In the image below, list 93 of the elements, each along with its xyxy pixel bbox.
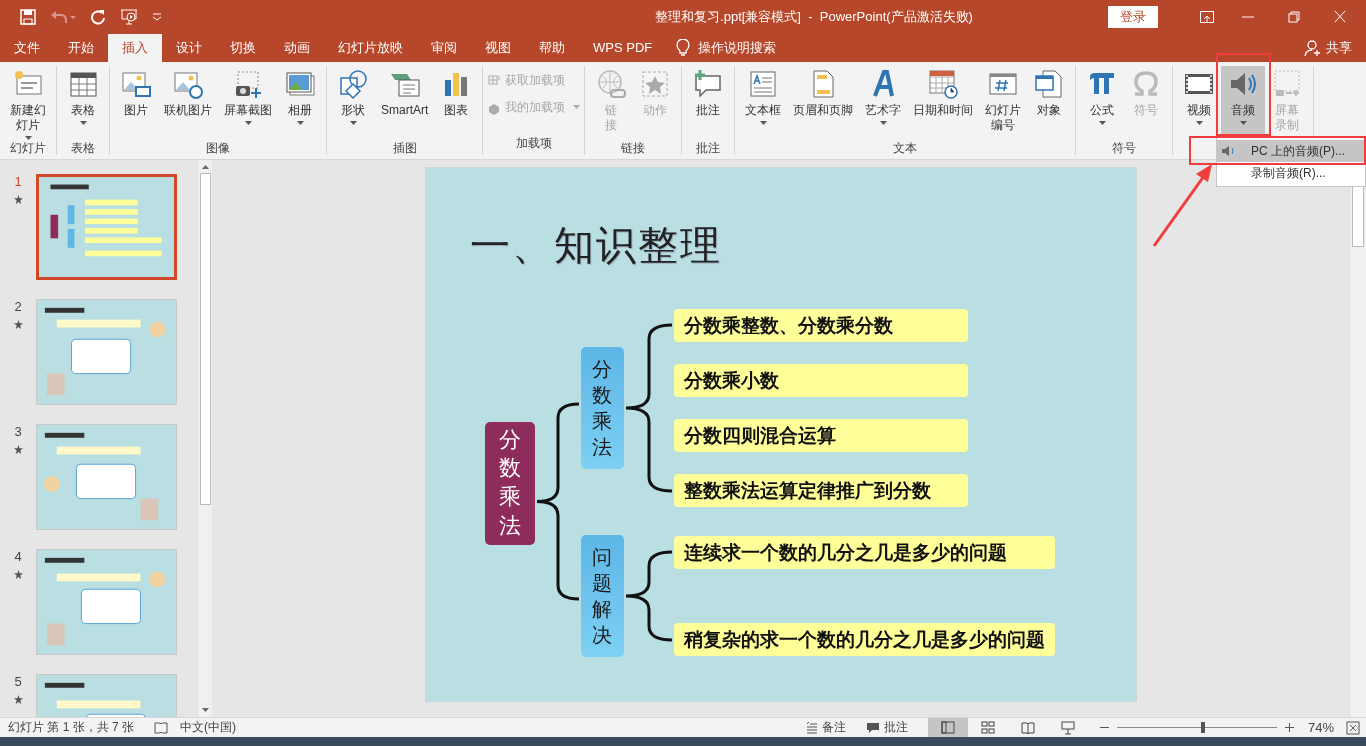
menu-item[interactable]: PC 上的音频(P)... [1217, 140, 1365, 162]
ribbon-button[interactable]: 相册 [278, 66, 322, 140]
fit-to-window-icon[interactable] [1346, 720, 1360, 735]
ribbon-button[interactable]: SmartArt [375, 66, 435, 140]
group-label: 文本 [892, 140, 919, 157]
ribbon-tab[interactable]: 视图 [471, 34, 525, 62]
group-label: 批注 [695, 140, 722, 157]
ribbon-tab[interactable]: 动画 [270, 34, 324, 62]
save-icon[interactable] [20, 9, 36, 25]
notes-icon [805, 721, 818, 734]
slideshow-icon[interactable] [120, 8, 138, 26]
topic-item: 分数乘小数 [673, 364, 968, 397]
redo-icon[interactable] [90, 9, 106, 25]
ribbon-icon [337, 68, 369, 100]
ribbon-button[interactable]: 对象 [1027, 66, 1072, 140]
group-label: 表格 [70, 140, 96, 157]
topic-box: 分数乘法 [484, 421, 535, 545]
zoom-thumb[interactable] [1201, 722, 1206, 733]
group-label: 幻灯片 [9, 140, 47, 157]
ribbon-tab[interactable]: 切换 [216, 34, 270, 62]
speaker-icon [1221, 144, 1237, 158]
ribbon-tab[interactable]: 帮助 [525, 34, 579, 62]
scrollbar[interactable] [197, 160, 212, 717]
ribbon-tab[interactable]: WPS PDF [579, 34, 667, 62]
group-label: 图像 [205, 140, 231, 157]
scroll-down-icon[interactable] [201, 708, 209, 713]
ribbon-button[interactable]: 形状 [331, 66, 375, 140]
branch-box: 分数乘法 [580, 347, 624, 469]
slide-thumbnail[interactable] [36, 549, 177, 655]
ribbon-button[interactable]: 文本框 [739, 66, 788, 140]
notes-button[interactable]: 备注 [805, 719, 846, 736]
view-button[interactable] [927, 718, 968, 737]
login-button[interactable]: 登录 [1108, 6, 1158, 28]
ribbon-button[interactable]: 图片 [114, 66, 158, 140]
ribbon-button[interactable]: 批注 [686, 66, 731, 140]
slide-number: 2 [14, 299, 22, 314]
ribbon-button[interactable]: 图表 [434, 66, 479, 140]
ribbon-tab[interactable]: 文件 [0, 34, 54, 62]
group-label: 插图 [391, 140, 418, 157]
ribbon-tab[interactable]: 设计 [162, 34, 216, 62]
lightbulb-icon [676, 39, 691, 57]
tell-me-search[interactable]: 操作说明搜索 [698, 39, 777, 57]
view-icon [979, 719, 996, 736]
ribbon-tab[interactable]: 开始 [54, 34, 108, 62]
ribbon-icon [927, 68, 960, 100]
window-title: 整理和复习.ppt[兼容模式] - PowerPoint(产品激活失败) [654, 8, 974, 26]
ribbon-button[interactable]: 新建幻灯片 [4, 66, 52, 140]
slide-thumbnail[interactable] [36, 424, 177, 530]
ribbon-display-icon[interactable] [1200, 11, 1214, 23]
group-label: 符号 [1111, 140, 1138, 157]
ribbon-button[interactable]: 联机图片 [158, 66, 218, 140]
ribbon-button[interactable]: 页眉和页脚 [787, 66, 860, 140]
ribbon-button[interactable]: 屏幕截图 [218, 66, 278, 140]
ribbon-tab[interactable]: 插入 [108, 34, 162, 62]
topic-item: 分数四则混合运算 [673, 419, 968, 452]
topic-item: 整数乘法运算定律推广到分数 [673, 474, 968, 507]
ribbon-tab[interactable]: 幻灯片放映 [324, 34, 417, 62]
ribbon-button[interactable]: 表格 [61, 66, 105, 140]
topic-item: 分数乘整数、分数乘分数 [673, 309, 968, 342]
ribbon-button[interactable]: 日期和时间 [907, 66, 980, 140]
slide-info: 幻灯片 第 1 张，共 7 张 [8, 719, 135, 736]
slide-thumbnail[interactable] [36, 174, 177, 280]
slide-title: 一、知识整理 [469, 222, 723, 269]
slide-number: 3 [14, 424, 22, 439]
zoom-percent[interactable]: 74% [1307, 720, 1334, 735]
group-label: 加载项 [514, 135, 553, 152]
ribbon-button[interactable]: 艺术字 [859, 66, 908, 140]
slide-number: 4 [14, 549, 22, 564]
branch-box: 问题解决 [580, 535, 624, 657]
ribbon-button[interactable]: 幻灯片编号 [979, 66, 1028, 140]
slide-number: 1 [14, 174, 22, 189]
scroll-up-icon[interactable] [201, 164, 209, 169]
scroll-thumb[interactable] [199, 173, 211, 505]
comment-icon [865, 721, 880, 734]
slide-number: 5 [14, 674, 22, 689]
topic-item: 稍复杂的求一个数的几分之几是多少的问题 [673, 623, 1055, 656]
share-button[interactable]: 共享 [1304, 34, 1352, 62]
proofing-icon[interactable] [154, 721, 169, 734]
language-label[interactable]: 中文(中国) [180, 719, 237, 736]
menu-item[interactable]: 录制音频(R)... [1217, 162, 1365, 184]
zoom-in-icon[interactable] [1284, 723, 1294, 732]
customize-caret-icon[interactable] [152, 13, 162, 21]
view-icon [1019, 719, 1036, 736]
ribbon-button[interactable]: 公式 [1080, 66, 1125, 140]
person-icon [1304, 39, 1322, 57]
ribbon-icon [595, 68, 628, 100]
view-icon [1059, 719, 1076, 736]
ribbon-tab[interactable]: 审阅 [417, 34, 471, 62]
topic-item: 连续求一个数的几分之几是多少的问题 [673, 536, 1055, 569]
view-icon [939, 719, 956, 736]
comments-button[interactable]: 批注 [865, 719, 908, 736]
group-label: 链接 [620, 140, 647, 157]
slide-thumbnail[interactable] [36, 299, 177, 405]
